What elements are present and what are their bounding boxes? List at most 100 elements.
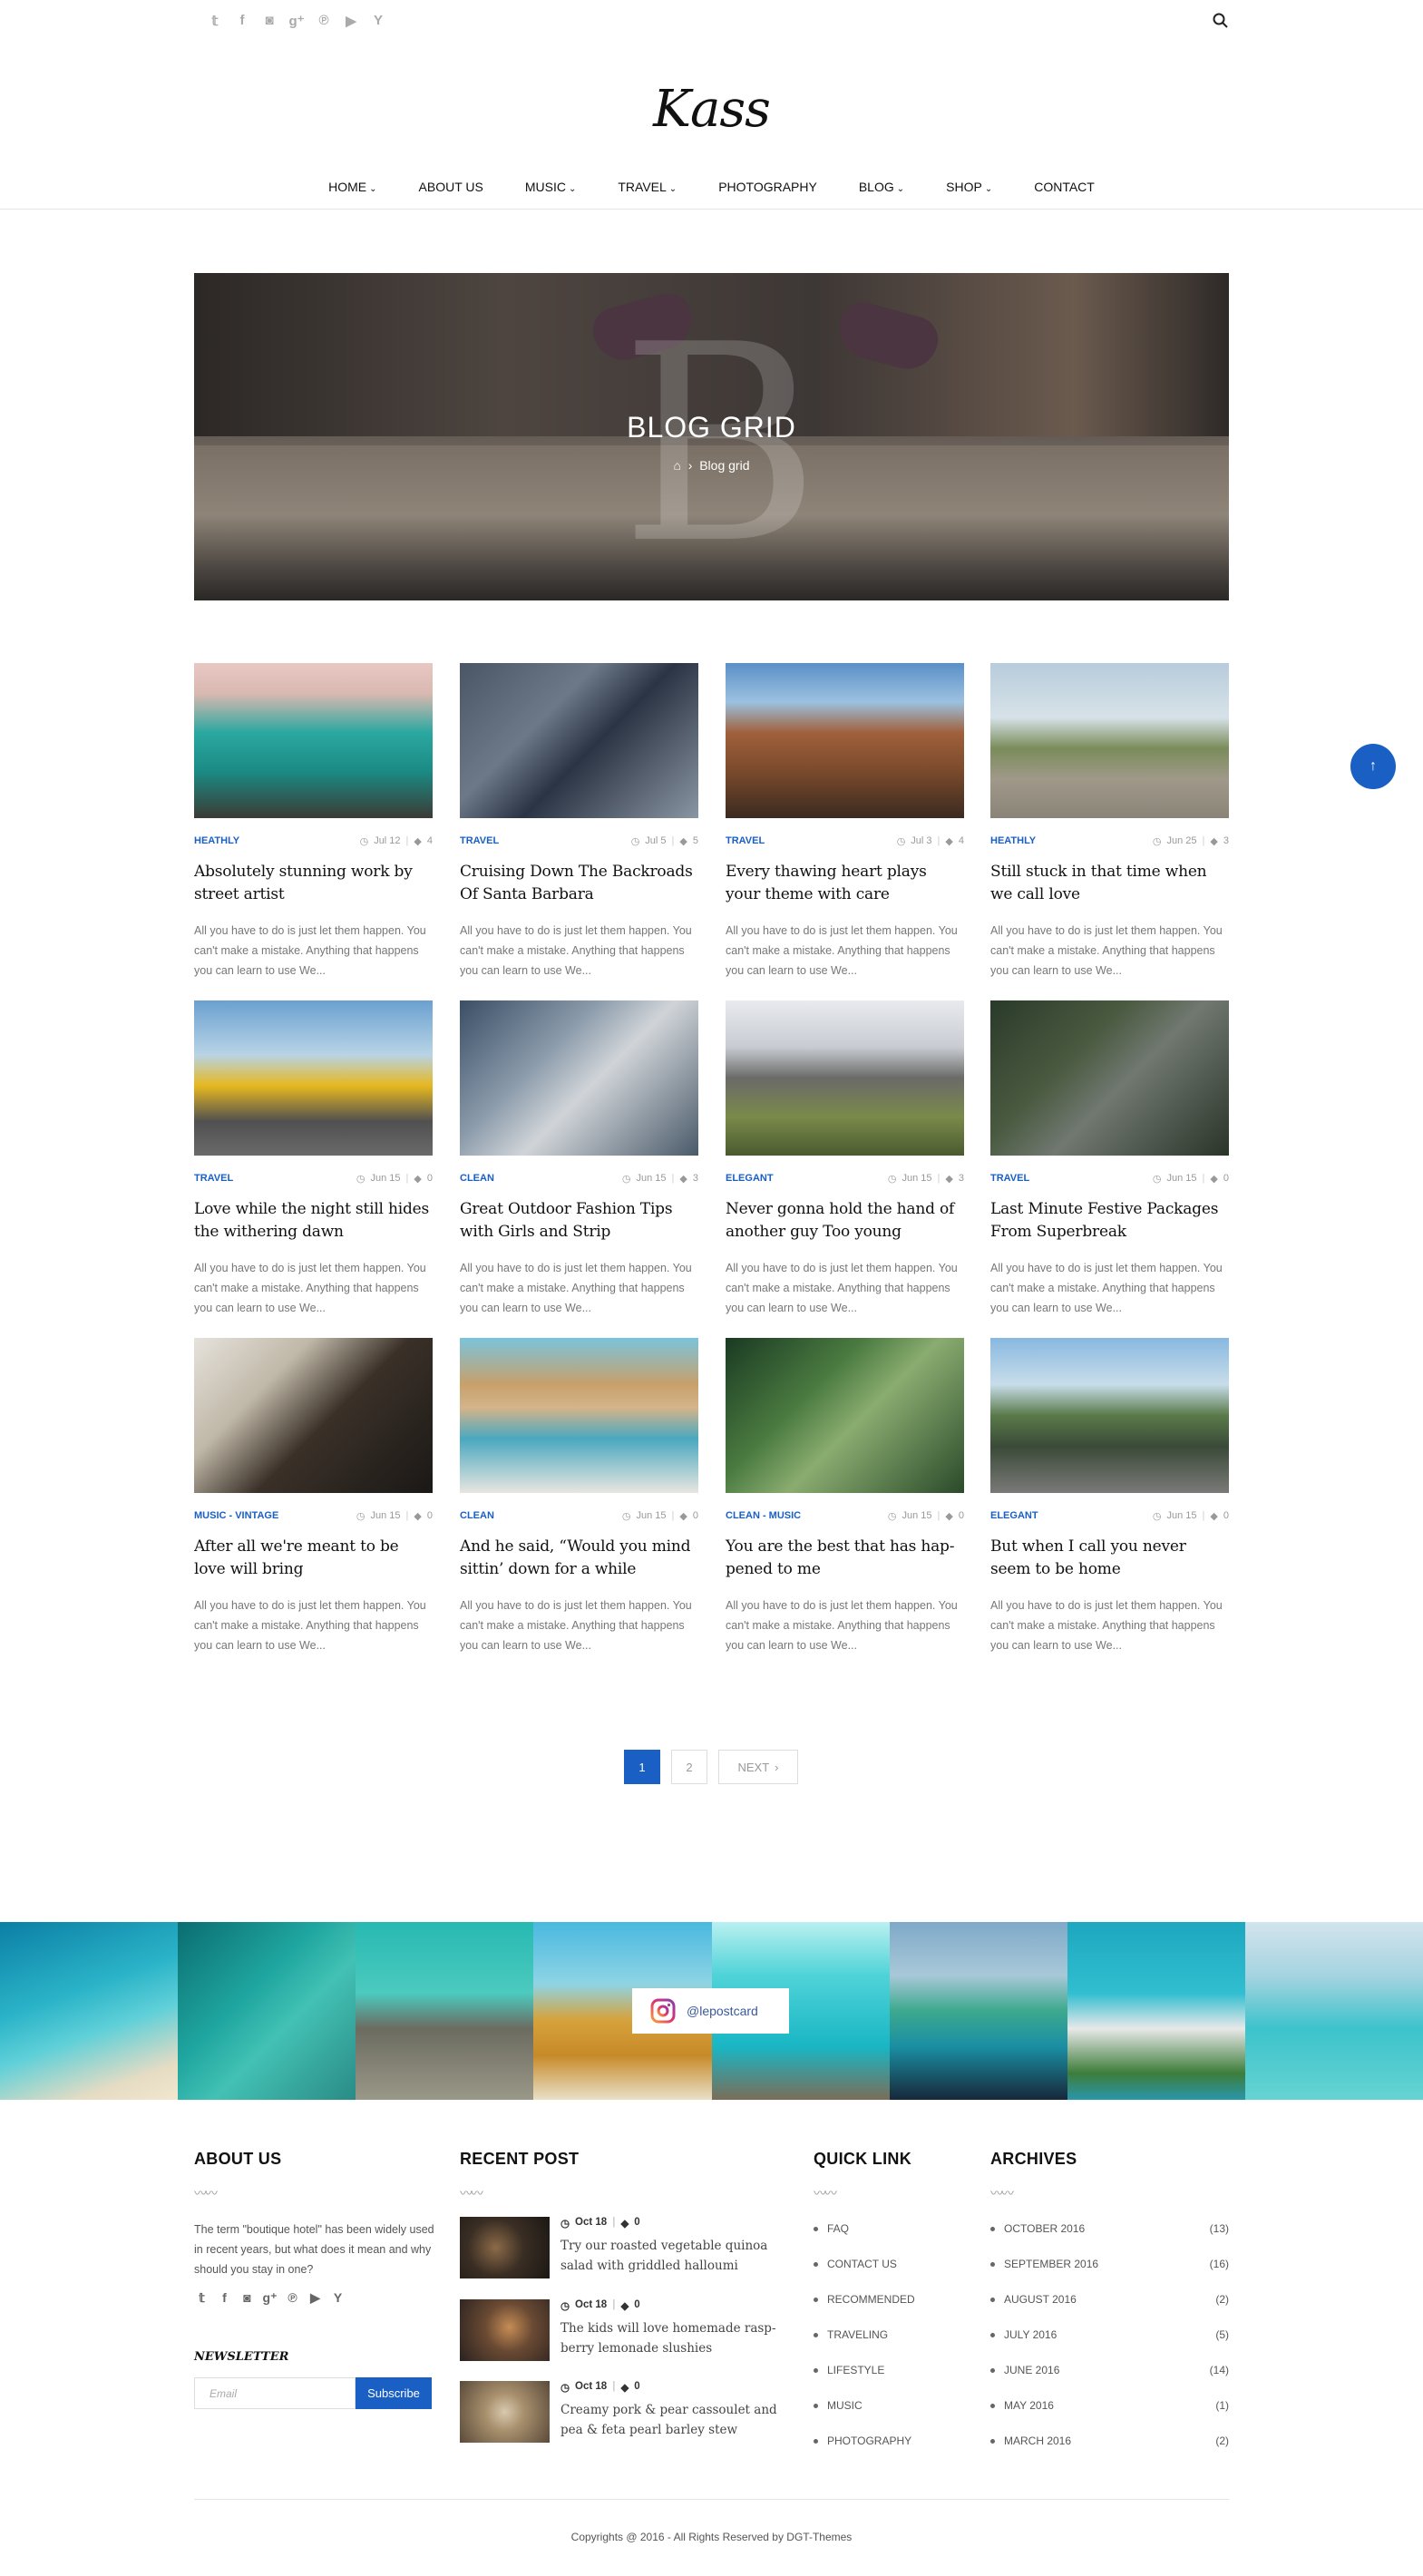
post-card[interactable]: TRAVEL ◷ Jun 15 | ◆ 0 Love while the night s… [194, 1000, 433, 1318]
post-card[interactable]: ELEGANT ◷ Jun 15 | ◆ 0 But when I call you n… [990, 1338, 1229, 1655]
google-plus-icon[interactable]: g⁺ [283, 13, 310, 29]
post-card[interactable]: ELEGANT ◷ Jun 15 | ◆ 3 Never gonna hold the … [726, 1000, 964, 1318]
archive-item[interactable]: JUNE 2016 (14) [990, 2364, 1229, 2376]
post-thumbnail[interactable] [194, 663, 433, 818]
quick-link-faq[interactable]: FAQ [814, 2222, 849, 2235]
archive-item[interactable]: MARCH 2016 (2) [990, 2435, 1229, 2447]
quick-link-music[interactable]: MUSIC [814, 2399, 863, 2412]
archive-item[interactable]: JULY 2016 (5) [990, 2328, 1229, 2341]
instagram-icon[interactable]: ◙ [256, 13, 283, 29]
home-icon[interactable]: ⌂ [674, 458, 681, 473]
recent-post-thumbnail[interactable] [460, 2217, 550, 2278]
facebook-icon[interactable]: f [213, 2290, 236, 2306]
archive-item[interactable]: MAY 2016 (1) [990, 2399, 1229, 2412]
quick-link-traveling[interactable]: TRAVELING [814, 2328, 888, 2341]
post-thumbnail[interactable] [194, 1000, 433, 1156]
quick-link-recommended[interactable]: RECOMMENDED [814, 2293, 915, 2306]
post-thumbnail[interactable] [990, 663, 1229, 818]
recent-post-title[interactable]: Creamy pork & pear cassoulet and pea & f… [560, 2400, 778, 2440]
post-card[interactable]: MUSIC - VINTAGE ◷ Jun 15 | ◆ 0 After all we'… [194, 1338, 433, 1655]
post-title[interactable]: Every thawing heart plays your theme wit… [726, 861, 964, 908]
scroll-to-top-button[interactable]: ↑ [1350, 744, 1396, 789]
google-plus-icon[interactable]: g⁺ [258, 2290, 281, 2306]
page-2-button[interactable]: 2 [671, 1750, 707, 1784]
instagram-handle-badge[interactable]: @lepostcard [632, 1988, 789, 2034]
nav-item-contact[interactable]: CONTACT [1013, 180, 1116, 194]
hacker-news-icon[interactable]: Y [327, 2290, 349, 2306]
post-title[interactable]: Cruising Down The Backroads Of Santa Bar… [460, 861, 698, 908]
recent-post-item[interactable]: ◷ Oct 18 | ◆ 0 The kids will love homemade r… [460, 2299, 777, 2361]
instagram-photo[interactable] [889, 1922, 1067, 2100]
recent-post-title[interactable]: The kids will love homemade rasp-berry l… [560, 2318, 778, 2358]
pinterest-icon[interactable]: ℗ [281, 2290, 304, 2306]
post-thumbnail[interactable] [460, 1338, 698, 1493]
post-title[interactable]: But when I call you never seem to be hom… [990, 1536, 1229, 1583]
post-category[interactable]: TRAVEL [990, 1173, 1029, 1186]
post-category[interactable]: MUSIC - VINTAGE [194, 1510, 278, 1523]
quick-link-contact-us[interactable]: CONTACT US [814, 2258, 897, 2270]
twitter-icon[interactable]: 𝕥 [201, 13, 229, 29]
post-card[interactable]: CLEAN - MUSIC ◷ Jun 15 | ◆ 0 You are the bes… [726, 1338, 964, 1655]
instagram-photo[interactable] [1067, 1922, 1245, 2100]
nav-item-music[interactable]: MUSIC ⌄ [504, 180, 598, 194]
instagram-photo[interactable] [178, 1922, 356, 2100]
post-card[interactable]: CLEAN ◷ Jun 15 | ◆ 3 Great Outdoor Fashion T… [460, 1000, 698, 1318]
post-thumbnail[interactable] [726, 1338, 964, 1493]
post-title[interactable]: Never gonna hold the hand of another guy… [726, 1198, 964, 1245]
post-title[interactable]: You are the best that has hap-pened to m… [726, 1536, 964, 1583]
post-category[interactable]: CLEAN [460, 1173, 494, 1186]
instagram-icon[interactable]: ◙ [236, 2290, 258, 2306]
recent-post-thumbnail[interactable] [460, 2299, 550, 2361]
post-title[interactable]: Great Outdoor Fashion Tips with Girls an… [460, 1198, 698, 1245]
quick-link-photography[interactable]: PHOTOGRAPHY [814, 2435, 911, 2447]
recent-post-item[interactable]: ◷ Oct 18 | ◆ 0 Try our roasted vegetable qui… [460, 2217, 777, 2278]
post-thumbnail[interactable] [460, 663, 698, 818]
post-card[interactable]: TRAVEL ◷ Jul 5 | ◆ 5 Cruising Down The Backr… [460, 663, 698, 981]
facebook-icon[interactable]: f [229, 13, 256, 29]
archive-item[interactable]: AUGUST 2016 (2) [990, 2293, 1229, 2306]
quick-link-lifestyle[interactable]: LIFESTYLE [814, 2364, 884, 2376]
post-category[interactable]: HEATHLY [194, 835, 239, 848]
newsletter-email-input[interactable]: Email [194, 2377, 356, 2409]
post-category[interactable]: TRAVEL [460, 835, 499, 848]
page-1-button[interactable]: 1 [624, 1750, 660, 1784]
post-title[interactable]: Absolutely stunning work by street artis… [194, 861, 433, 908]
post-thumbnail[interactable] [990, 1338, 1229, 1493]
nav-item-photography[interactable]: PHOTOGRAPHY [697, 180, 838, 194]
post-category[interactable]: TRAVEL [194, 1173, 233, 1186]
instagram-photo[interactable] [0, 1922, 179, 2100]
nav-item-home[interactable]: HOME ⌄ [307, 180, 397, 194]
post-title[interactable]: Love while the night still hides the wit… [194, 1198, 433, 1245]
post-thumbnail[interactable] [726, 1000, 964, 1156]
hacker-news-icon[interactable]: Y [365, 13, 392, 29]
archive-item[interactable]: OCTOBER 2016 (13) [990, 2222, 1229, 2235]
recent-post-title[interactable]: Try our roasted vegetable quinoa salad w… [560, 2236, 778, 2276]
instagram-photo[interactable] [1244, 1922, 1423, 2100]
nav-item-blog[interactable]: BLOG ⌄ [838, 180, 925, 194]
youtube-icon[interactable]: ▶ [304, 2290, 327, 2306]
post-category[interactable]: HEATHLY [990, 835, 1036, 848]
post-card[interactable]: HEATHLY ◷ Jun 25 | ◆ 3 Still stuck in that t… [990, 663, 1229, 981]
nav-item-shop[interactable]: SHOP ⌄ [925, 180, 1013, 194]
twitter-icon[interactable]: 𝕥 [190, 2290, 213, 2306]
youtube-icon[interactable]: ▶ [337, 13, 365, 29]
post-title[interactable]: Last Minute Festive Packages From Superb… [990, 1198, 1229, 1245]
post-thumbnail[interactable] [460, 1000, 698, 1156]
site-logo[interactable]: Kass [0, 80, 1423, 139]
subscribe-button[interactable]: Subscribe [356, 2377, 432, 2409]
post-category[interactable]: TRAVEL [726, 835, 765, 848]
post-thumbnail[interactable] [726, 663, 964, 818]
post-thumbnail[interactable] [990, 1000, 1229, 1156]
instagram-photo[interactable] [356, 1922, 534, 2100]
post-title[interactable]: Still stuck in that time when we call lo… [990, 861, 1229, 908]
post-card[interactable]: TRAVEL ◷ Jul 3 | ◆ 4 Every thawing heart pla… [726, 663, 964, 981]
post-card[interactable]: CLEAN ◷ Jun 15 | ◆ 0 And he said, “Would you… [460, 1338, 698, 1655]
post-card[interactable]: TRAVEL ◷ Jun 15 | ◆ 0 Last Minute Festive Pa… [990, 1000, 1229, 1318]
post-category[interactable]: CLEAN - MUSIC [726, 1510, 801, 1523]
search-icon[interactable] [1213, 13, 1229, 29]
archive-item[interactable]: SEPTEMBER 2016 (16) [990, 2258, 1229, 2270]
nav-item-travel[interactable]: TRAVEL ⌄ [597, 180, 697, 194]
post-card[interactable]: HEATHLY ◷ Jul 12 | ◆ 4 Absolutely stunning w… [194, 663, 433, 981]
post-category[interactable]: ELEGANT [726, 1173, 774, 1186]
post-category[interactable]: ELEGANT [990, 1510, 1038, 1523]
